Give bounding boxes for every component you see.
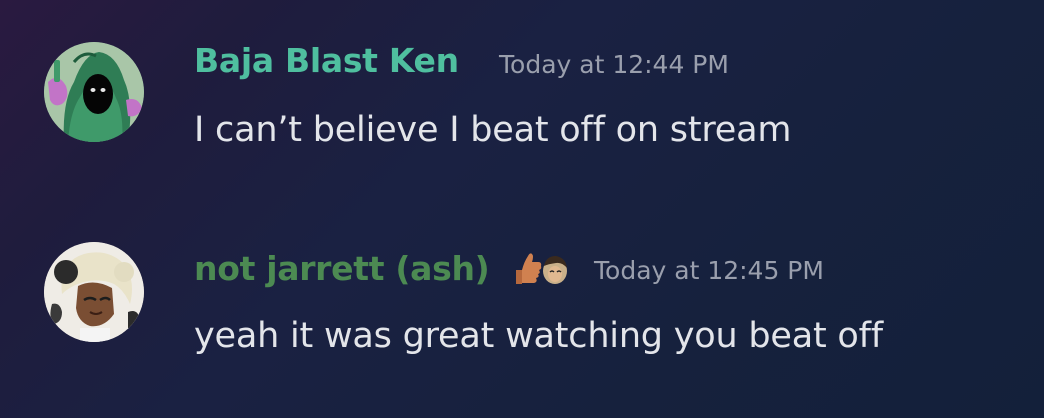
anime-character-avatar-icon <box>44 242 144 342</box>
user-avatar[interactable] <box>44 242 144 342</box>
user-avatar[interactable] <box>44 42 144 142</box>
message-content: yeah it was great watching you beat off <box>194 316 883 356</box>
hooded-figure-avatar-icon <box>44 42 144 142</box>
message-timestamp: Today at 12:44 PM <box>499 50 729 79</box>
thumbs-up-emoji-icon <box>512 250 568 286</box>
message-content: I can’t believe I beat off on stream <box>194 110 792 150</box>
message-timestamp: Today at 12:45 PM <box>594 256 824 285</box>
username[interactable]: Baja Blast Ken <box>194 41 459 80</box>
message-item: not jarrett (ash) Today at 12:45 PM yeah… <box>0 200 1044 418</box>
username[interactable]: not jarrett (ash) <box>194 249 490 288</box>
message-item: Baja Blast Ken Today at 12:44 PM I can’t… <box>0 0 1044 200</box>
